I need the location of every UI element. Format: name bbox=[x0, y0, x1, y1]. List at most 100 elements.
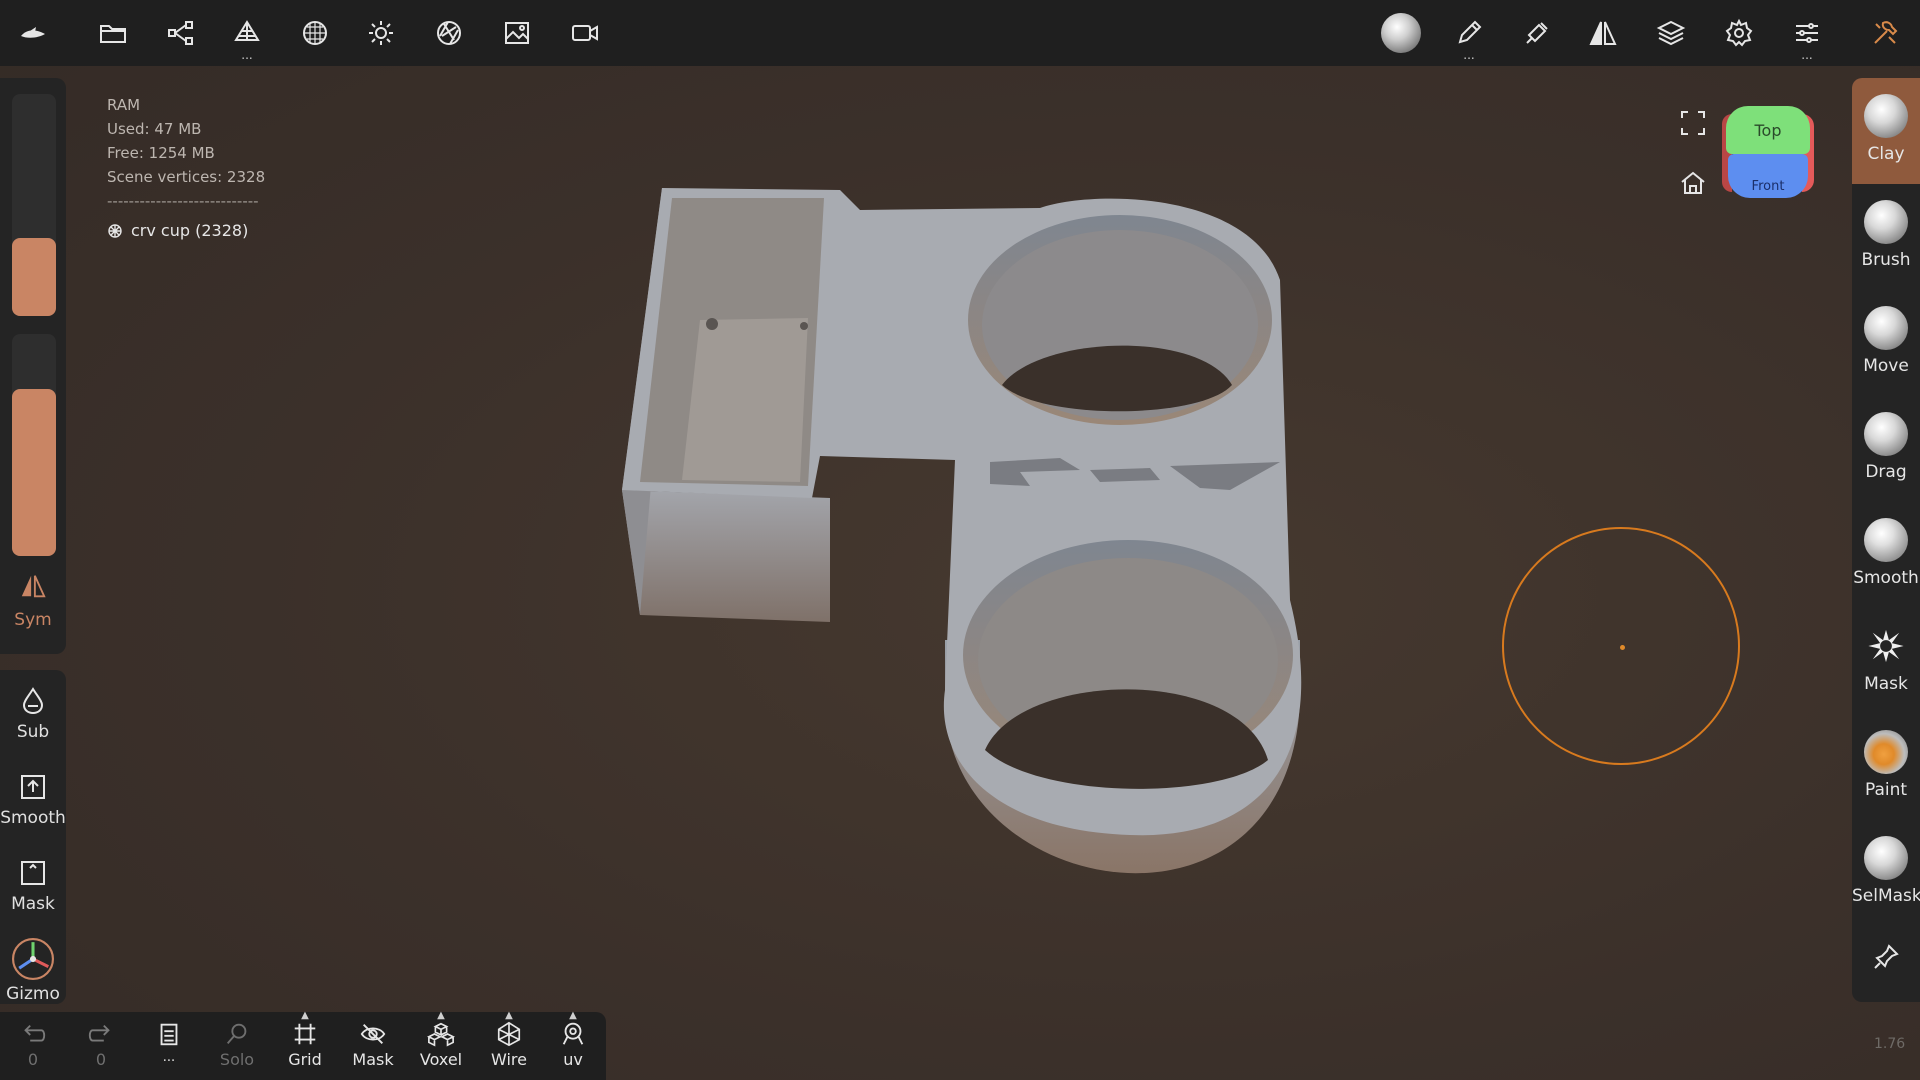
material-sphere-icon[interactable] bbox=[1378, 10, 1424, 56]
mesh-name: crv cup (2328) bbox=[131, 221, 249, 240]
solo-button[interactable]: Solo bbox=[204, 1012, 270, 1080]
scene-vertices: Scene vertices: 2328 bbox=[107, 168, 266, 186]
sym-toggle[interactable]: Sym bbox=[0, 572, 66, 630]
eye-off-icon bbox=[360, 1024, 386, 1044]
smooth-shortcut[interactable]: Smooth bbox=[0, 758, 66, 838]
voxel-label: Voxel bbox=[419, 1050, 463, 1069]
tool-clay-label: Clay bbox=[1867, 144, 1905, 164]
grid-button[interactable]: ▲ Grid bbox=[272, 1010, 338, 1080]
uv-label: uv bbox=[563, 1050, 583, 1069]
topology-icon[interactable]: ... bbox=[224, 10, 270, 61]
tool-move[interactable]: Move bbox=[1852, 290, 1920, 396]
tool-mask-label: Mask bbox=[1864, 674, 1908, 694]
uv-icon bbox=[562, 1022, 584, 1045]
scene-info-panel: RAM Used: 47 MB Free: 1254 MB Scene vert… bbox=[107, 93, 265, 243]
pin-icon bbox=[1874, 944, 1899, 969]
camera-aperture-icon[interactable] bbox=[426, 10, 472, 56]
wire-label: Wire bbox=[491, 1050, 527, 1069]
sym-label: Sym bbox=[14, 610, 52, 630]
ram-label: RAM bbox=[107, 96, 141, 114]
mask-visibility-label: Mask bbox=[352, 1050, 394, 1069]
intensity-slider[interactable] bbox=[12, 334, 56, 556]
voxel-button[interactable]: ▲ Voxel bbox=[408, 1010, 474, 1080]
background-image-icon[interactable] bbox=[494, 10, 540, 56]
move-sphere-icon bbox=[1864, 306, 1908, 350]
undo-icon bbox=[24, 1024, 46, 1042]
material-icon[interactable] bbox=[292, 10, 338, 56]
drop-icon bbox=[22, 687, 44, 715]
clay-sphere-icon bbox=[1864, 94, 1908, 138]
ram-used: Used: 47 MB bbox=[107, 120, 202, 138]
left-tool-panel: Sub Smooth Mask Gizmo bbox=[0, 670, 66, 1004]
gizmo-label: Gizmo bbox=[6, 984, 60, 1004]
tool-mask[interactable]: Mask bbox=[1852, 608, 1920, 714]
settings-icon[interactable] bbox=[1716, 10, 1762, 56]
view-cube-front-face[interactable]: Front bbox=[1728, 154, 1808, 198]
pen-icon[interactable]: ... bbox=[1446, 10, 1492, 61]
mesh-icon bbox=[108, 224, 122, 238]
notes-icon bbox=[160, 1023, 178, 1046]
radius-slider[interactable] bbox=[12, 94, 56, 316]
mask-shortcut-label: Mask bbox=[11, 894, 55, 914]
files-icon[interactable] bbox=[90, 10, 136, 56]
redo-button[interactable]: 0 bbox=[68, 1012, 134, 1080]
solo-label: Solo bbox=[219, 1050, 255, 1069]
pen-more-dots: ... bbox=[1463, 48, 1475, 62]
tool-smooth[interactable]: Smooth bbox=[1852, 502, 1920, 608]
video-camera-icon[interactable] bbox=[562, 10, 608, 56]
tool-paint[interactable]: Paint bbox=[1852, 714, 1920, 820]
symmetry-icon[interactable] bbox=[1580, 10, 1626, 56]
wire-caret-icon: ▲ bbox=[505, 1010, 513, 1021]
wire-button[interactable]: ▲ Wire bbox=[476, 1010, 542, 1080]
logo-icon[interactable] bbox=[10, 10, 56, 56]
tool-drag-label: Drag bbox=[1865, 462, 1907, 482]
voxel-caret-icon: ▲ bbox=[437, 1010, 445, 1021]
mask-shortcut[interactable]: Mask bbox=[0, 844, 66, 924]
layers-icon[interactable] bbox=[1648, 10, 1694, 56]
tool-clay[interactable]: Clay bbox=[1852, 78, 1920, 184]
notes-button[interactable]: ... bbox=[136, 1012, 202, 1080]
view-cube-top-face[interactable]: Top bbox=[1726, 106, 1810, 154]
intensity-slider-fill bbox=[12, 389, 56, 556]
mask-box-icon bbox=[21, 861, 45, 885]
drag-sphere-icon bbox=[1864, 412, 1908, 456]
selmask-sphere-icon bbox=[1864, 836, 1908, 880]
bottom-toolbar: 0 0 ... Solo ▲ Grid Mask ▲ Voxel ▲ Wire … bbox=[0, 1010, 606, 1080]
radius-slider-fill bbox=[12, 238, 56, 316]
tool-brush[interactable]: Brush bbox=[1852, 184, 1920, 290]
wire-icon bbox=[497, 1021, 521, 1047]
gizmo-icon bbox=[11, 937, 55, 981]
notes-dots: ... bbox=[162, 1050, 176, 1065]
brush-settings-icon[interactable] bbox=[1514, 10, 1560, 56]
mask-visibility-button[interactable]: Mask bbox=[340, 1012, 406, 1080]
light-icon[interactable] bbox=[358, 10, 404, 56]
view-cube[interactable]: Top Front bbox=[1722, 104, 1814, 200]
tool-selmask-label: SelMask bbox=[1852, 886, 1920, 906]
mesh-list-item[interactable]: crv cup (2328) bbox=[107, 219, 265, 243]
symmetry-toggle-icon bbox=[21, 575, 46, 598]
pin-tool-button[interactable] bbox=[1852, 942, 1920, 976]
redo-count: 0 bbox=[95, 1050, 107, 1069]
sliders-icon[interactable]: ... bbox=[1784, 10, 1830, 61]
frame-icon[interactable] bbox=[1678, 108, 1708, 138]
uv-button[interactable]: ▲ uv bbox=[540, 1010, 606, 1080]
gizmo-toggle[interactable]: Gizmo bbox=[0, 930, 66, 1004]
right-tool-panel: Clay Brush Move Drag Smooth Mask Paint S… bbox=[1852, 78, 1920, 1002]
brush-sphere-icon bbox=[1864, 200, 1908, 244]
smooth-box-icon bbox=[21, 775, 45, 799]
tools-icon[interactable] bbox=[1862, 10, 1908, 56]
grid-caret-icon: ▲ bbox=[301, 1010, 309, 1021]
sliders-more-dots: ... bbox=[1801, 48, 1813, 62]
brush-center-dot bbox=[1620, 645, 1625, 650]
tool-move-label: Move bbox=[1863, 356, 1909, 376]
tool-selmask[interactable]: SelMask bbox=[1852, 820, 1920, 926]
scene-tree-icon[interactable] bbox=[158, 10, 204, 56]
ram-free: Free: 1254 MB bbox=[107, 144, 215, 162]
home-view-icon[interactable] bbox=[1678, 168, 1708, 198]
tool-drag[interactable]: Drag bbox=[1852, 396, 1920, 502]
undo-button[interactable]: 0 bbox=[0, 1012, 66, 1080]
uv-caret-icon: ▲ bbox=[569, 1010, 577, 1021]
smooth-sphere-icon bbox=[1864, 518, 1908, 562]
grid-label: Grid bbox=[288, 1050, 322, 1069]
sub-toggle[interactable]: Sub bbox=[0, 672, 66, 752]
